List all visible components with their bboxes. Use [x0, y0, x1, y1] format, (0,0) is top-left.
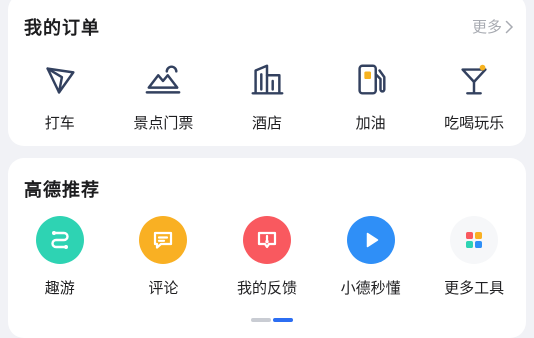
- order-item-label: 酒店: [251, 114, 282, 132]
- more-label: 更多: [471, 18, 502, 36]
- recommend-item-label: 趣游: [44, 279, 75, 297]
- order-item-hotel[interactable]: 酒店: [217, 60, 317, 133]
- trip-icon-badge: [35, 216, 84, 264]
- recommend-item-label: 小德秒懂: [340, 279, 401, 297]
- tools-icon-badge: [450, 216, 499, 264]
- chevron-right-icon: [505, 20, 514, 33]
- recommend-card: 高德推荐 趣游 评论 我的反馈 小德秒懂 更多工具: [8, 158, 526, 338]
- page-indicator-inactive: [251, 318, 271, 322]
- scenic-mountain-icon: [146, 65, 181, 94]
- recommend-item-quick-explain[interactable]: 小德秒懂: [321, 216, 421, 298]
- my-orders-title: 我的订单: [24, 18, 100, 39]
- gas-pump-icon: [357, 64, 386, 95]
- page-indicator-active: [273, 318, 293, 322]
- order-item-label: 加油: [355, 114, 386, 132]
- tools-grid-icon: [466, 232, 483, 248]
- recommend-item-label: 更多工具: [444, 279, 505, 297]
- recommend-item-comment[interactable]: 评论: [113, 216, 213, 298]
- comment-icon: [154, 231, 173, 249]
- taxi-arrow-icon: [46, 67, 75, 94]
- cocktail-icon: [461, 64, 487, 95]
- order-item-label: 景点门票: [133, 114, 194, 132]
- more-orders-link[interactable]: 更多: [472, 16, 514, 37]
- order-item-entertainment[interactable]: 吃喝玩乐: [424, 60, 524, 133]
- comment-icon-badge: [139, 216, 188, 264]
- play-icon-badge: [346, 216, 395, 264]
- page-indicator: [251, 318, 293, 322]
- recommend-title: 高德推荐: [24, 180, 100, 201]
- order-items-row: 打车 景点门票 酒店 加油 吃喝玩乐: [8, 60, 526, 133]
- feedback-icon-badge: [242, 216, 291, 264]
- recommend-item-label: 我的反馈: [236, 279, 297, 297]
- recommend-item-more-tools[interactable]: 更多工具: [424, 216, 524, 298]
- order-item-label: 打车: [44, 114, 75, 132]
- route-icon: [51, 231, 69, 249]
- order-item-tickets[interactable]: 景点门票: [113, 60, 213, 133]
- order-item-fuel[interactable]: 加油: [321, 60, 421, 133]
- my-orders-card: 我的订单 更多 打车 景点门票 酒店 加油 吃喝玩乐: [8, 0, 526, 146]
- order-item-label: 吃喝玩乐: [444, 114, 505, 132]
- recommend-item-label: 评论: [148, 279, 179, 297]
- recommend-item-feedback[interactable]: 我的反馈: [217, 216, 317, 298]
- recommend-item-trip[interactable]: 趣游: [10, 216, 110, 298]
- feedback-icon: [257, 231, 277, 249]
- play-icon: [366, 232, 378, 248]
- hotel-building-icon: [251, 64, 284, 95]
- order-item-taxi[interactable]: 打车: [10, 60, 110, 133]
- recommend-items-row: 趣游 评论 我的反馈 小德秒懂 更多工具: [8, 216, 526, 298]
